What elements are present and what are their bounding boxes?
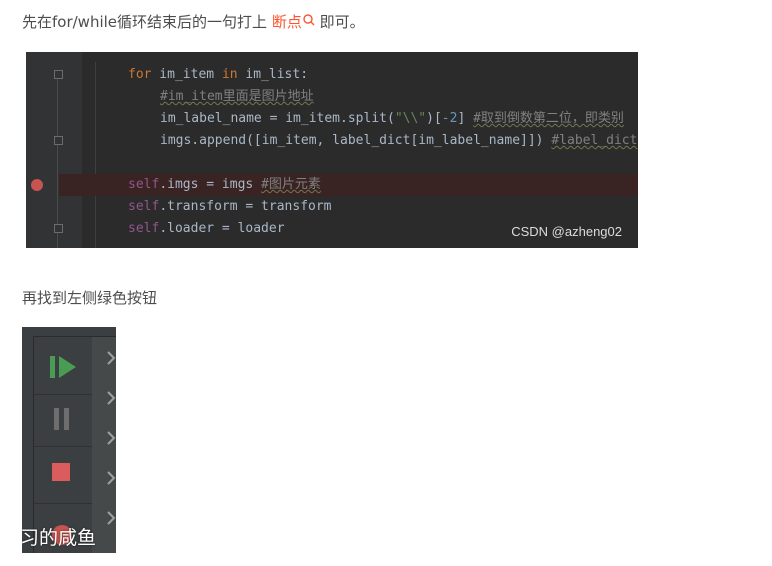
editor-gutter [26,52,82,248]
resume-icon[interactable] [50,356,76,378]
toolbar-separator [34,394,92,395]
instruction-paragraph-2: 再找到左侧绿色按钮 [22,289,158,307]
toolbar-separator [34,503,92,504]
chevron-right-icon [107,391,116,405]
chevron-right-icon [107,431,116,445]
instruction-text-after: 即可。 [319,13,365,31]
toolbar-separator [34,446,92,447]
code-line-4: imgs.append([im_item, label_dict[im_labe… [160,133,638,148]
indent-guide [95,62,96,248]
chevron-right-icon [107,351,116,365]
code-line-3: im_label_name = im_item.split("\\")[-2] … [160,111,624,126]
chevron-right-icon [107,471,116,485]
fold-marker-icon [54,136,63,145]
instruction-text-before: 先在for/while循环结束后的一句打上 [22,13,268,31]
search-icon [303,14,315,26]
fold-marker-icon [54,224,63,233]
code-screenshot: for im_item in im_list: #im_item里面是图片地址 … [26,52,638,248]
breakpoint-link-text: 断点 [271,13,302,31]
fold-marker-icon [54,70,63,79]
code-line-1: for im_item in im_list: [128,67,309,82]
code-line-5: self.imgs = imgs #图片元素 [128,177,321,192]
code-line-7: self.loader = loader [128,221,285,236]
breakpoint-link[interactable]: 断点 [272,13,320,31]
chevron-right-icon [107,511,116,525]
fold-line [57,70,58,248]
overlay-watermark-text: 习的咸鱼 [22,527,97,549]
stop-icon[interactable] [52,463,70,481]
code-line-2: #im_item里面是图片地址 [160,89,314,104]
instruction-paragraph-1: 先在for/while循环结束后的一句打上 断点 即可。 [22,12,365,32]
breakpoint-icon [31,179,43,191]
pause-icon[interactable] [53,408,71,430]
code-line-6: self.transform = transform [128,199,332,214]
debugger-panel-screenshot: 习的咸鱼 [22,327,116,553]
csdn-watermark: CSDN @azheng02 [511,224,622,239]
